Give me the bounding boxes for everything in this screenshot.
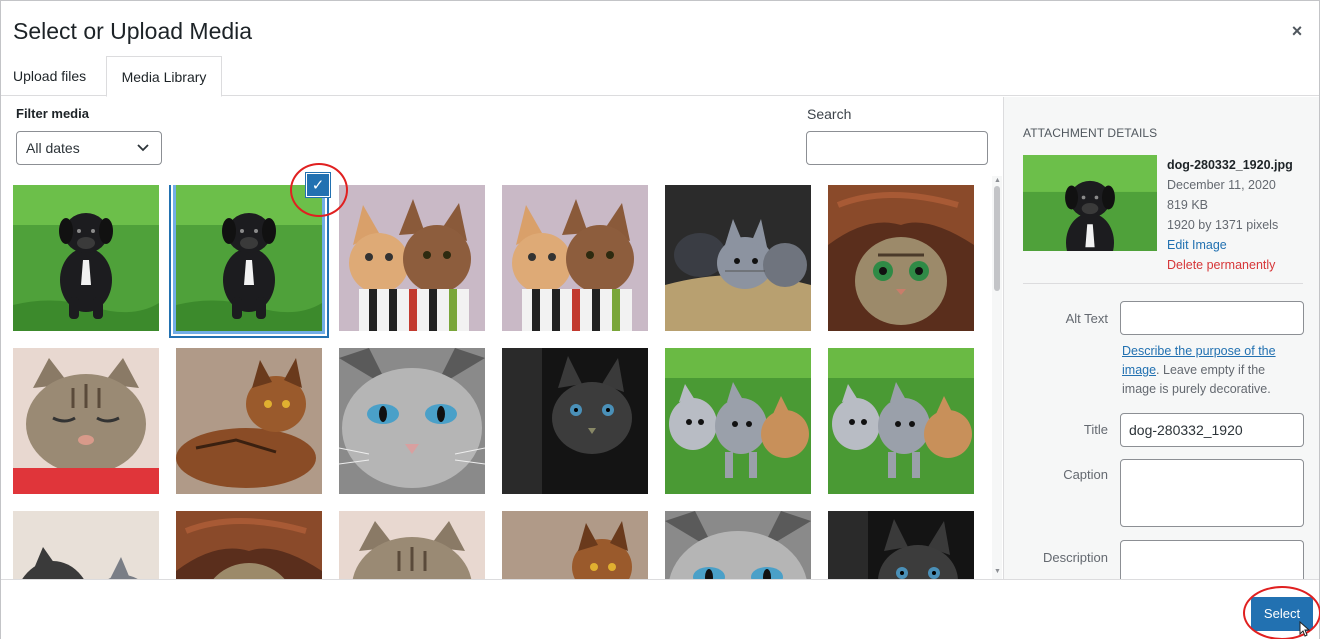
dark-kitten-thumbnail[interactable]: [502, 348, 648, 494]
two-gray-kittens-image: [13, 511, 159, 579]
scroll-down-icon[interactable]: ▼: [994, 568, 1001, 575]
cat-under-blanket-image: [828, 185, 974, 331]
lying-brown-cat-thumbnail[interactable]: [176, 348, 322, 494]
kittens-in-hay-thumbnail[interactable]: [665, 185, 811, 331]
sleeping-tabby-cat-image: [13, 348, 159, 494]
black-puppy-on-grass-image: [1023, 155, 1157, 251]
sidebar-divider: [1023, 283, 1303, 284]
description-textarea[interactable]: [1120, 540, 1304, 579]
attachment-details-heading: ATTACHMENT DETAILS: [1023, 126, 1158, 140]
modal-footer: [1, 579, 1319, 639]
edit-image-link[interactable]: Edit Image: [1167, 235, 1293, 255]
sleeping-tabby-cat-image: [339, 511, 485, 579]
cat-under-blanket-thumbnail[interactable]: [176, 511, 322, 579]
scroll-up-icon[interactable]: ▲: [994, 177, 1001, 184]
alt-text-input[interactable]: [1120, 301, 1304, 335]
gray-cat-closeup-image: [339, 348, 485, 494]
caption-label: Caption: [1063, 467, 1108, 482]
delete-permanently-link[interactable]: Delete permanently: [1167, 255, 1293, 275]
black-puppy-on-grass-thumbnail[interactable]: [173, 185, 325, 334]
title-label: Title: [1083, 422, 1108, 437]
two-gray-kittens-thumbnail[interactable]: [13, 511, 159, 579]
chevron-down-icon: [137, 132, 149, 177]
cursor-icon: [1299, 620, 1311, 639]
kittens-in-hay-image: [665, 185, 811, 331]
date-filter-select[interactable]: All dates: [16, 131, 162, 165]
sleeping-tabby-cat-thumbnail[interactable]: [13, 348, 159, 494]
two-kittens-in-cup-image: [502, 185, 648, 331]
two-kittens-in-cup-thumbnail[interactable]: [502, 185, 648, 331]
attachment-info: dog-280332_1920.jpg December 11, 2020 81…: [1167, 155, 1293, 275]
description-label: Description: [1042, 550, 1108, 565]
lying-brown-cat-image: [176, 348, 322, 494]
caption-textarea[interactable]: [1120, 459, 1304, 527]
kittens-on-grass-image: [828, 348, 974, 494]
date-filter-value: All dates: [26, 140, 80, 156]
media-modal: Select or Upload Media × Upload files Me…: [0, 0, 1320, 639]
dark-kitten-image: [502, 348, 648, 494]
search-label: Search: [807, 106, 852, 122]
cat-under-blanket-image: [176, 511, 322, 579]
gray-cat-closeup-image: [665, 511, 811, 579]
search-input[interactable]: [806, 131, 988, 165]
sleeping-tabby-cat-thumbnail[interactable]: [339, 511, 485, 579]
kittens-on-grass-image: [665, 348, 811, 494]
title-input[interactable]: dog-280332_1920: [1120, 413, 1304, 447]
lying-brown-cat-image: [502, 511, 648, 579]
filter-media-label: Filter media: [16, 106, 89, 121]
media-grid: [13, 185, 978, 579]
close-icon[interactable]: ×: [1287, 21, 1307, 42]
gray-cat-closeup-thumbnail[interactable]: [665, 511, 811, 579]
attachment-size: 819 KB: [1167, 198, 1209, 212]
attachment-dimensions: 1920 by 1371 pixels: [1167, 218, 1279, 232]
cat-under-blanket-thumbnail[interactable]: [828, 185, 974, 331]
selected-check-icon[interactable]: ✓: [306, 173, 330, 197]
two-kittens-in-cup-image: [339, 185, 485, 331]
scrollbar-thumb[interactable]: [994, 186, 1000, 291]
dark-kitten-image: [828, 511, 974, 579]
alt-text-label: Alt Text: [1065, 311, 1108, 326]
black-puppy-on-grass-image: [13, 185, 159, 331]
tab-upload-files[interactable]: Upload files: [3, 56, 96, 97]
black-puppy-on-grass-thumbnail[interactable]: [13, 185, 159, 331]
alt-text-description: Describe the purpose of the image. Leave…: [1122, 342, 1302, 399]
attachment-date: December 11, 2020: [1167, 178, 1276, 192]
attachment-thumbnail: [1023, 155, 1157, 251]
gray-cat-closeup-thumbnail[interactable]: [339, 348, 485, 494]
tab-bar: Upload files Media Library: [1, 56, 1319, 97]
dark-kitten-thumbnail[interactable]: [828, 511, 974, 579]
lying-brown-cat-thumbnail[interactable]: [502, 511, 648, 579]
kittens-on-grass-thumbnail[interactable]: [828, 348, 974, 494]
tab-media-library[interactable]: Media Library: [106, 56, 222, 97]
two-kittens-in-cup-thumbnail[interactable]: [339, 185, 485, 331]
kittens-on-grass-thumbnail[interactable]: [665, 348, 811, 494]
dialog-title: Select or Upload Media: [13, 18, 253, 44]
black-puppy-on-grass-image: [176, 185, 322, 331]
attachment-filename: dog-280332_1920.jpg: [1167, 158, 1293, 172]
